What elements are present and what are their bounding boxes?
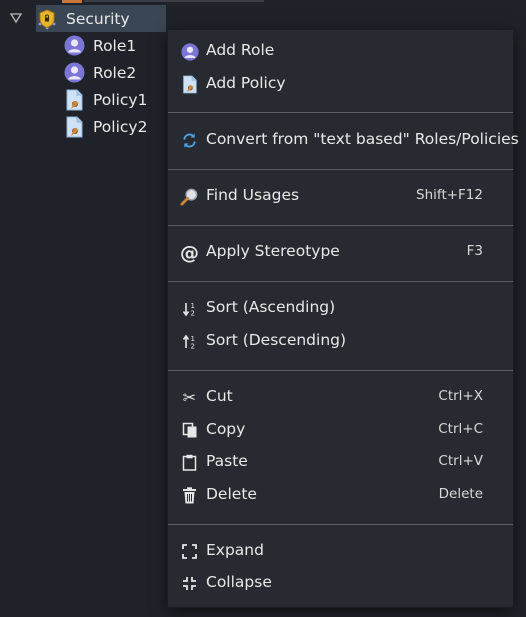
menu-item-copy[interactable]: Copy Ctrl+C: [168, 415, 513, 445]
menu-item-label: Add Policy: [206, 74, 286, 92]
sort-descending-icon: 1 2: [180, 332, 199, 351]
menu-item-paste[interactable]: Paste Ctrl+V: [168, 447, 513, 477]
role-icon: [63, 35, 85, 57]
menu-item-label: Expand: [206, 541, 264, 559]
menu-item-shortcut: Ctrl+V: [438, 453, 483, 469]
menu-item-apply-stereotype[interactable]: @ Apply Stereotype F3: [168, 237, 513, 267]
menu-item-expand[interactable]: Expand: [168, 536, 513, 566]
menu-item-label: Find Usages: [206, 186, 300, 204]
menu-item-label: Convert from "text based" Roles/Policies: [206, 130, 519, 148]
menu-item-label: Cut: [206, 387, 233, 405]
policy-icon: [63, 116, 85, 138]
role-icon: [63, 62, 85, 84]
menu-item-label: Delete: [206, 485, 257, 503]
menu-separator: [168, 524, 513, 525]
tree-node-label: Policy1: [93, 90, 148, 109]
tree-node-label: Security: [66, 9, 130, 28]
partial-item-icon: [62, 0, 82, 3]
menu-item-label: Copy: [206, 420, 246, 438]
menu-item-cut[interactable]: ✂ Cut Ctrl+X: [168, 382, 513, 412]
menu-item-label: Sort (Ascending): [206, 298, 336, 316]
tree-node-label: Role2: [93, 63, 137, 82]
svg-text:2: 2: [190, 309, 194, 317]
collapse-triangle-icon[interactable]: [9, 11, 23, 25]
partial-item-row: [84, 0, 264, 2]
tree-node-label: Role1: [93, 36, 137, 55]
copy-icon: [180, 421, 199, 440]
scissors-icon: ✂: [182, 388, 197, 407]
tree-node-role1[interactable]: Role1: [63, 32, 136, 59]
context-menu: Add Role Add Policy Convert from "text b…: [167, 29, 519, 608]
svg-text:2: 2: [190, 342, 194, 350]
menu-item-find-usages[interactable]: Find Usages Shift+F12: [168, 181, 513, 211]
menu-item-add-policy[interactable]: Add Policy: [168, 69, 513, 99]
magnifier-icon: [180, 187, 199, 206]
clipboard-icon: [180, 453, 199, 472]
menu-item-add-role[interactable]: Add Role: [168, 36, 513, 66]
refresh-icon: [180, 131, 199, 150]
menu-separator: [168, 370, 513, 371]
role-icon: [180, 42, 199, 61]
tree-node-policy1[interactable]: Policy1: [63, 86, 147, 113]
menu-item-label: Sort (Descending): [206, 331, 347, 349]
menu-item-label: Paste: [206, 452, 248, 470]
menu-item-delete[interactable]: Delete Delete: [168, 480, 513, 510]
menu-item-shortcut: Ctrl+C: [438, 421, 483, 437]
tree-node-label: Policy2: [93, 117, 148, 136]
policy-icon: [180, 75, 199, 94]
at-sign-icon: @: [180, 241, 199, 264]
trash-icon: [180, 486, 199, 505]
menu-item-label: Add Role: [206, 41, 275, 59]
menu-item-sort-ascending[interactable]: 1 2 Sort (Ascending): [168, 293, 513, 323]
tree-node-role2[interactable]: Role2: [63, 59, 136, 86]
policy-icon: [63, 89, 85, 111]
menu-separator: [168, 225, 513, 226]
menu-item-label: Collapse: [206, 573, 272, 591]
menu-item-shortcut: Ctrl+X: [438, 388, 483, 404]
menu-item-label: Apply Stereotype: [206, 242, 340, 260]
tree-node-security[interactable]: Security: [36, 5, 166, 32]
collapse-icon: [180, 574, 199, 593]
menu-item-shortcut: F3: [466, 243, 483, 259]
menu-item-convert[interactable]: Convert from "text based" Roles/Policies: [168, 125, 519, 155]
menu-separator: [168, 281, 513, 282]
menu-item-collapse[interactable]: Collapse: [168, 568, 513, 598]
menu-item-shortcut: Shift+F12: [416, 187, 483, 203]
expand-icon: [180, 542, 199, 561]
menu-item-sort-descending[interactable]: 1 2 Sort (Descending): [168, 326, 513, 356]
menu-separator: [168, 169, 513, 170]
tree-node-policy2[interactable]: Policy2: [63, 113, 147, 140]
menu-item-shortcut: Delete: [438, 486, 483, 502]
shield-icon: [36, 8, 58, 30]
sort-ascending-icon: 1 2: [180, 299, 199, 318]
menu-separator: [168, 112, 513, 113]
